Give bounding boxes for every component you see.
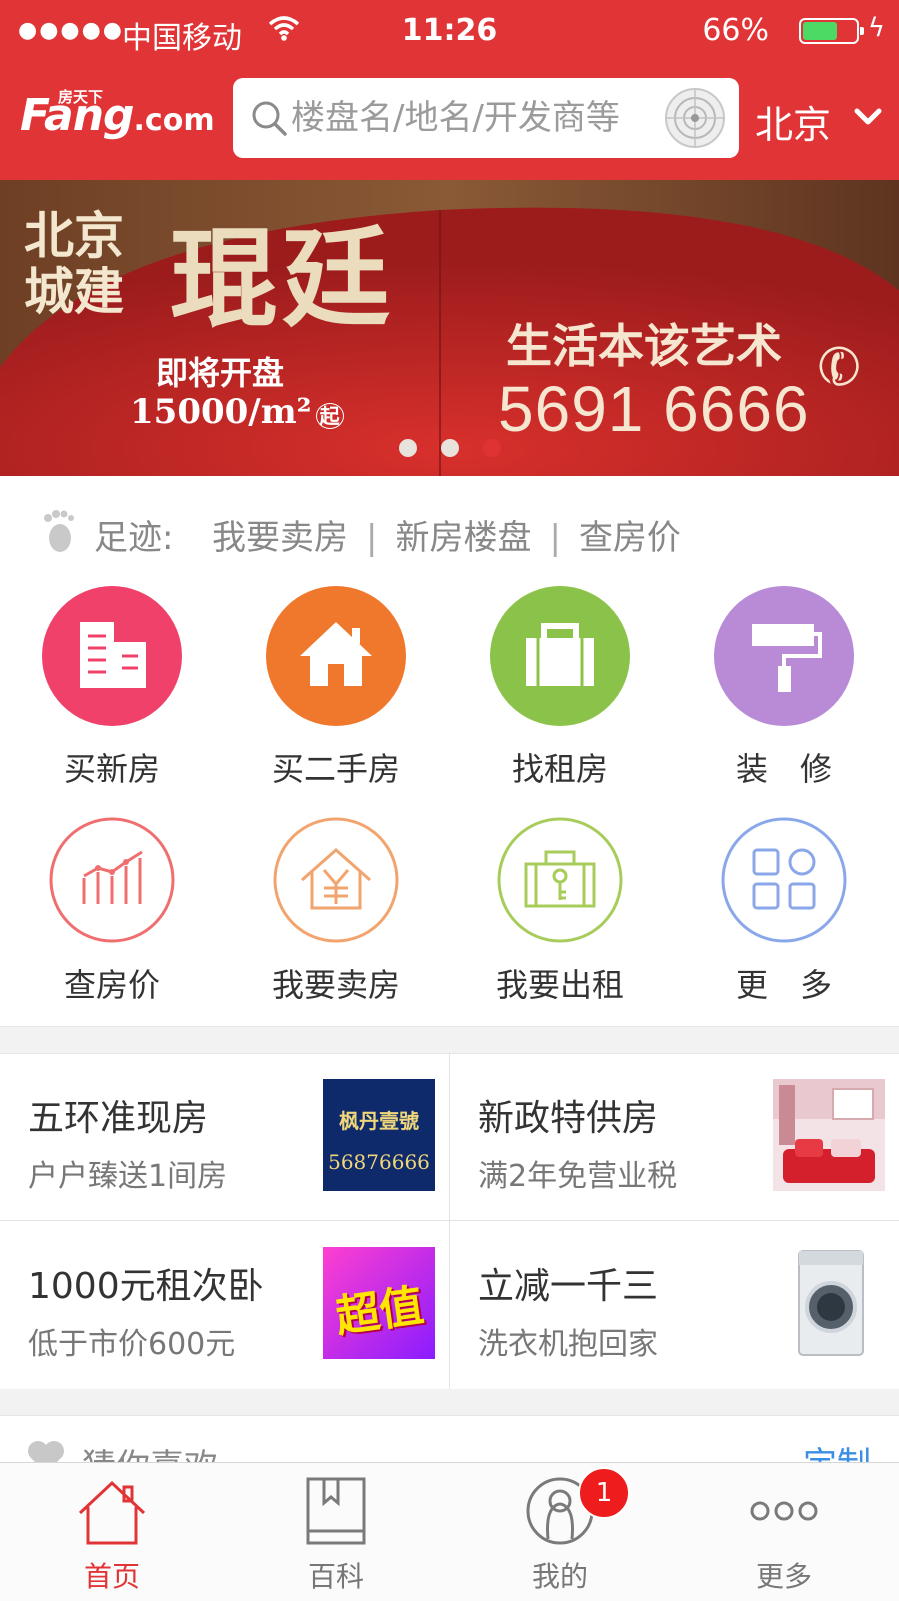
tab-mine[interactable]: 1 我的 (448, 1463, 672, 1601)
grid-item-check-price[interactable]: 查房价 (0, 586, 224, 1004)
tab-label: 我的 (531, 1560, 588, 1593)
footprint-link-new-homes[interactable]: 新房楼盘 (395, 518, 531, 558)
promo-banner[interactable]: 北京城建 琨廷 即将开盘 15000/m² 起 生活本该艺术 5691 6666 … (0, 180, 899, 476)
grid-item-more[interactable]: 更 多 (672, 586, 896, 1004)
banner-project-name: 琨廷 (170, 216, 395, 342)
logo-suffix: .com (133, 103, 215, 138)
service-grid: 买新房 买二手房 找租房 装 修 查房价 我要卖房 我要出租 更 多 (0, 586, 899, 1026)
home-icon (78, 1480, 146, 1545)
tab-home[interactable]: 首页 (0, 1463, 224, 1601)
charging-icon: ϟ (867, 13, 885, 43)
grid-label: 我要出租 (495, 966, 624, 1004)
tab-encyclopedia[interactable]: 百科 (224, 1463, 448, 1601)
thumb-phone: 56876666 (328, 1150, 430, 1174)
app-header: ●●●●● 中国移动 11:26 66% ϟ 房天下 Fang.com 楼盘名/… (0, 0, 899, 180)
footprint-label: 足迹: (94, 518, 174, 558)
banner-slogan: 生活本该艺术 (506, 319, 782, 373)
promo-title: 立减一千三 (478, 1266, 659, 1307)
promo-title: 五环准现房 (28, 1098, 209, 1139)
tab-label: 百科 (307, 1560, 364, 1593)
notification-badge: 1 (578, 1467, 630, 1519)
promo-card[interactable]: 1000元租次卧 低于市价600元 超值 (0, 1221, 449, 1389)
search-box[interactable] (233, 78, 739, 158)
tab-label: 首页 (83, 1560, 140, 1593)
price-trend-icon (49, 817, 175, 943)
tab-label: 更多 (755, 1560, 812, 1593)
bottom-tab-bar: 首页 百科 1 我的 更多 (0, 1462, 899, 1601)
footprint-icon (44, 510, 74, 552)
promo-thumbnail: 超值 (323, 1247, 435, 1359)
thumb-brand: 枫丹壹號 (339, 1109, 419, 1133)
rent-key-icon (497, 817, 623, 943)
promo-card[interactable]: 五环准现房 户户臻送1间房 枫丹壹號 56876666 (0, 1053, 449, 1221)
promo-section: 五环准现房 户户臻送1间房 枫丹壹號 56876666 新政特供房 满2年免营业… (0, 1053, 899, 1389)
battery-icon (799, 18, 864, 44)
banner-opening: 即将开盘 (156, 354, 285, 392)
fang-logo[interactable]: 房天下 Fang.com (20, 88, 215, 149)
battery-percent: 66% (702, 13, 769, 48)
banner-price: 15000/m² 起 (130, 392, 344, 432)
tab-more[interactable]: 更多 (672, 1463, 896, 1601)
footprint-separator: | (366, 518, 378, 558)
promo-subtitle: 低于市价600元 (28, 1327, 236, 1362)
grid-item-rent-out[interactable]: 我要出租 (448, 586, 672, 1004)
chevron-down-icon (854, 108, 882, 125)
logo-chinese: 房天下 (58, 88, 104, 106)
grid-label: 更 多 (735, 966, 832, 1004)
radar-scan-icon[interactable] (663, 86, 727, 150)
grid-item-sell-house[interactable]: 我要卖房 (224, 586, 448, 1004)
promo-title: 1000元租次卧 (28, 1266, 264, 1307)
banner-developer: 北京城建 (24, 206, 124, 321)
promo-card[interactable]: 新政特供房 满2年免营业税 (450, 1053, 899, 1221)
section-divider (0, 1389, 899, 1416)
status-bar: ●●●●● 中国移动 11:26 66% ϟ (0, 0, 899, 62)
banner-price-value: 15000/m² (130, 392, 312, 432)
pager-dot[interactable] (398, 439, 417, 457)
search-icon (252, 101, 287, 136)
more-grid-icon (721, 817, 847, 943)
pager-dot[interactable] (440, 439, 459, 457)
search-input[interactable] (291, 78, 661, 158)
sell-house-icon (273, 817, 399, 943)
customize-link[interactable]: 定制 (803, 1437, 871, 1465)
promo-subtitle: 户户臻送1间房 (28, 1159, 228, 1194)
living-room-photo (773, 1079, 885, 1191)
thumb-label: 超值 (332, 1280, 427, 1343)
washing-machine-photo (773, 1247, 885, 1359)
banner-price-note: 起 (315, 403, 344, 429)
promo-title: 新政特供房 (478, 1098, 659, 1139)
pager-dot-active[interactable] (482, 439, 501, 457)
book-icon (306, 1477, 366, 1545)
grid-label: 查房价 (63, 966, 160, 1004)
city-selector[interactable]: 北京 (755, 94, 882, 149)
footprint-separator: | (549, 518, 561, 558)
grid-label: 我要卖房 (271, 966, 400, 1004)
footprint-bar: 足迹: 我要卖房 | 新房楼盘 | 查房价 (0, 476, 899, 586)
banner-pager (0, 439, 899, 461)
recommend-header: 猜你喜欢 定制 (0, 1415, 899, 1465)
promo-thumbnail: 枫丹壹號 56876666 (323, 1079, 435, 1191)
footprint-link-price[interactable]: 查房价 (579, 518, 681, 558)
battery-level (803, 22, 837, 40)
footprint-link-sell[interactable]: 我要卖房 (212, 518, 348, 558)
promo-divider (449, 1053, 450, 1389)
promo-subtitle: 洗衣机抱回家 (478, 1327, 658, 1362)
promo-subtitle: 满2年免营业税 (478, 1159, 678, 1194)
ellipsis-icon (750, 1501, 818, 1521)
promo-card[interactable]: 立减一千三 洗衣机抱回家 (450, 1221, 899, 1389)
section-divider (0, 1026, 899, 1054)
banner-phone: 5691 6666 (498, 373, 810, 445)
city-name: 北京 (755, 103, 832, 147)
